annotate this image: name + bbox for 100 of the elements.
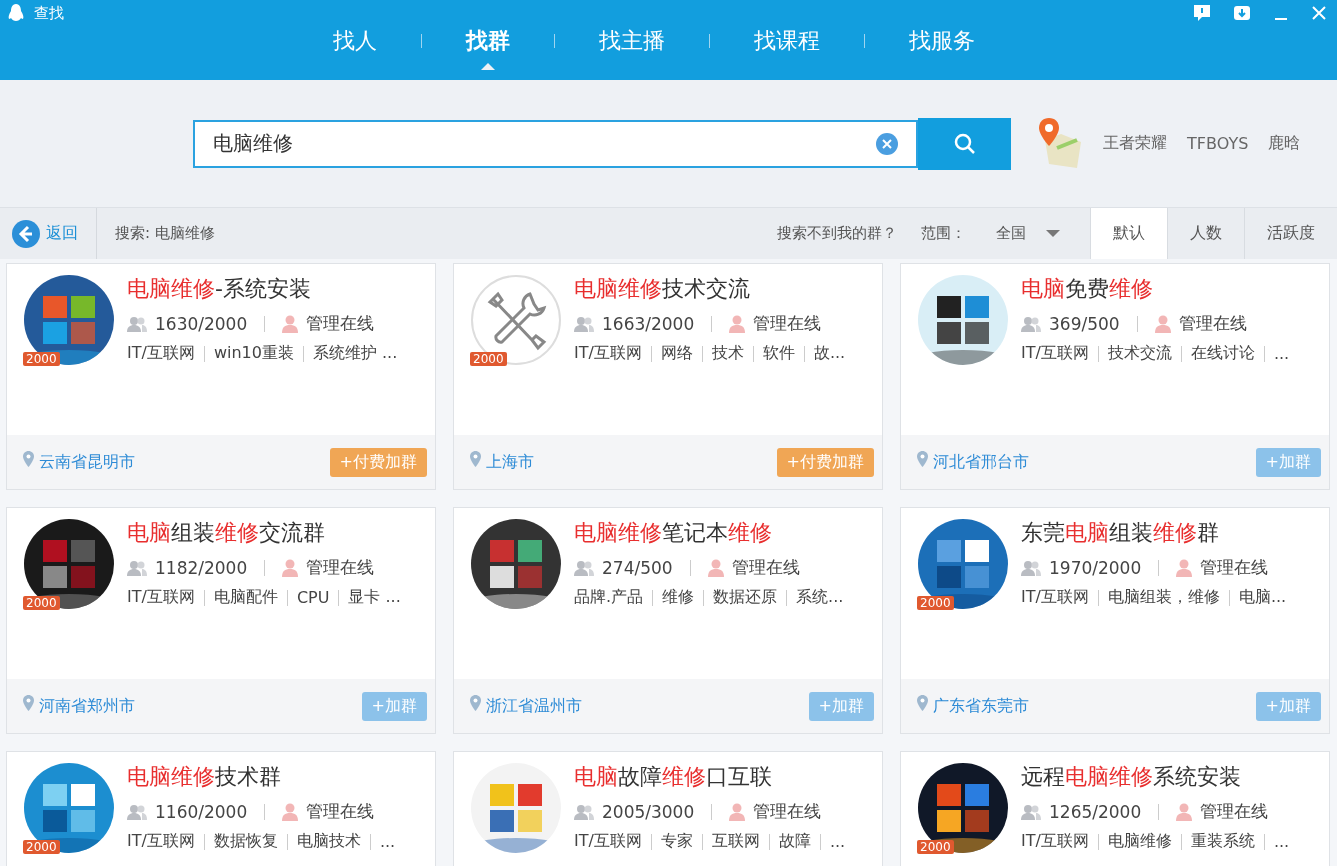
hot-search-link[interactable]: 鹿晗 [1268, 133, 1301, 154]
members-icon [127, 559, 147, 576]
search-query-text: 搜索: 电脑维修 [115, 224, 215, 243]
hot-search-link[interactable]: 王者荣耀 [1103, 133, 1167, 154]
group-tag: 技术 [711, 343, 744, 364]
search-box[interactable]: 电脑维修 [193, 119, 918, 168]
group-tag: 故障 [778, 831, 811, 852]
group-title[interactable]: 电脑免费维修 [1021, 274, 1290, 304]
group-tag: ... [829, 832, 846, 851]
location-pin-icon [23, 695, 34, 711]
group-title[interactable]: 远程电脑维修系统安装 [1021, 762, 1290, 792]
penguin-icon [6, 3, 26, 23]
member-count: 1160/2000 [155, 801, 248, 822]
location-pin-icon [470, 695, 481, 711]
help-link[interactable]: 搜索不到我的群？ [777, 224, 897, 243]
clear-icon[interactable] [876, 132, 898, 155]
group-tag: 电脑维修 [1107, 831, 1172, 852]
member-count: 274/500 [602, 557, 673, 578]
location-pin-icon [23, 451, 34, 467]
member-count: 1630/2000 [155, 313, 248, 334]
level-badge: 2000 [23, 352, 60, 366]
group-title[interactable]: 电脑维修笔记本维修 [574, 518, 844, 548]
group-tag: 技术交流 [1107, 343, 1172, 364]
wrench-screwdriver-icon [470, 274, 562, 366]
close-icon[interactable] [1311, 4, 1327, 22]
search-button[interactable] [918, 117, 1011, 170]
admin-icon [282, 558, 299, 577]
members-icon [127, 803, 147, 820]
admin-status: 管理在线 [306, 556, 375, 579]
admin-status: 管理在线 [306, 800, 375, 823]
members-icon [574, 315, 594, 332]
member-count: 1265/2000 [1049, 801, 1142, 822]
member-count: 1663/2000 [602, 313, 695, 334]
sort-tab[interactable]: 人数 [1167, 208, 1244, 259]
group-tag: 系统维护 ... [312, 343, 398, 364]
location-text: 云南省昆明市 [23, 451, 136, 473]
level-badge: 2000 [917, 840, 954, 854]
location-text: 上海市 [470, 451, 535, 473]
location-text: 河北省邢台市 [917, 451, 1030, 473]
admin-status: 管理在线 [1200, 800, 1269, 823]
group-card[interactable]: 2000 东莞电脑组装维修群 1970/2000 管理在线 IT/互联网 电脑组装，维修 电脑... 广东省东莞市 +加群 [900, 507, 1330, 734]
group-tag: 重装系统 [1190, 831, 1255, 852]
location-pin-icon [470, 451, 481, 467]
group-tag: IT/互联网 [574, 343, 642, 364]
group-title[interactable]: 电脑故障维修口互联 [574, 762, 846, 792]
members-icon [574, 803, 594, 820]
admin-status: 管理在线 [753, 312, 822, 335]
members-icon [1021, 315, 1041, 332]
group-card[interactable]: 2000 电脑组装维修交流群 1182/2000 管理在线 IT/互联网 电脑配件 CPU 显卡 ... 河南省郑州市 +加群 [6, 507, 436, 734]
group-tag: 电脑配件 [213, 587, 278, 608]
group-tag: IT/互联网 [1021, 831, 1089, 852]
group-tag: 互联网 [711, 831, 760, 852]
hot-search-link[interactable]: TFBOYS [1187, 134, 1249, 153]
members-icon [1021, 803, 1041, 820]
group-title[interactable]: 电脑组装维修交流群 [127, 518, 401, 548]
admin-status: 管理在线 [753, 800, 822, 823]
location-text: 河南省郑州市 [23, 695, 136, 717]
group-tag: 电脑技术 [296, 831, 361, 852]
group-card[interactable]: 电脑故障维修口互联 2005/3000 管理在线 IT/互联网 专家 互联网 故障 ... [453, 751, 883, 866]
group-card[interactable]: 2000 电脑维修技术交流 1663/2000 管理在线 IT/互联网 网络 技术 软件 故... 上海市 +付费加群 [453, 263, 883, 490]
group-tag: 系统... [796, 587, 844, 608]
group-title[interactable]: 东莞电脑组装维修群 [1021, 518, 1287, 548]
group-card[interactable]: 2000 电脑维修-系统安装 1630/2000 管理在线 IT/互联网 win10重装 系统维护 ... 云南省昆明市 +付费加群 [6, 263, 436, 490]
location-pin-icon [917, 695, 928, 711]
group-tag: 在线讨论 [1190, 343, 1255, 364]
admin-icon [1176, 802, 1193, 821]
group-tag: IT/互联网 [1021, 343, 1089, 364]
admin-icon [1176, 558, 1193, 577]
members-icon [127, 315, 147, 332]
map-pin-icon[interactable] [1037, 117, 1083, 170]
group-tag: CPU [296, 588, 330, 607]
group-card[interactable]: 2000 远程电脑维修系统安装 1265/2000 管理在线 IT/互联网 电脑维修 重装系统 ... [900, 751, 1330, 866]
group-tag: IT/互联网 [127, 831, 195, 852]
member-count: 1182/2000 [155, 557, 248, 578]
group-title[interactable]: 电脑维修技术群 [127, 762, 396, 792]
location-text: 浙江省温州市 [470, 695, 583, 717]
feedback-icon[interactable] [1193, 4, 1211, 22]
group-card[interactable]: 电脑免费维修 369/500 管理在线 IT/互联网 技术交流 在线讨论 ... 河北省邢台市 +加群 [900, 263, 1330, 490]
admin-icon [729, 802, 746, 821]
group-tag: 软件 [762, 343, 795, 364]
group-title[interactable]: 电脑维修技术交流 [574, 274, 846, 304]
members-icon [574, 559, 594, 576]
dropdown-caret-icon[interactable] [1046, 229, 1060, 238]
group-tag: IT/互联网 [127, 343, 195, 364]
sort-tab[interactable]: 默认 [1090, 208, 1167, 259]
admin-status: 管理在线 [306, 312, 375, 335]
scope-dropdown[interactable]: 全国 [996, 224, 1026, 243]
group-tag: 电脑组装，维修 [1107, 587, 1220, 608]
group-card[interactable]: 电脑维修笔记本维修 274/500 管理在线 品牌.产品 维修 数据还原 系统... 浙江省温州市 +加群 [453, 507, 883, 734]
search-field[interactable]: 电脑维修 [195, 130, 876, 157]
member-count: 369/500 [1049, 313, 1120, 334]
group-title[interactable]: 电脑维修-系统安装 [127, 274, 398, 304]
group-tag: ... [379, 832, 396, 851]
members-icon [1021, 559, 1041, 576]
group-card[interactable]: 2000 电脑维修技术群 1160/2000 管理在线 IT/互联网 数据恢复 电脑技术 ... [6, 751, 436, 866]
sort-tab[interactable]: 活跃度 [1244, 208, 1337, 259]
group-tag: 网络 [660, 343, 693, 364]
search-icon [952, 131, 977, 156]
member-count: 2005/3000 [602, 801, 695, 822]
admin-status: 管理在线 [1178, 312, 1247, 335]
